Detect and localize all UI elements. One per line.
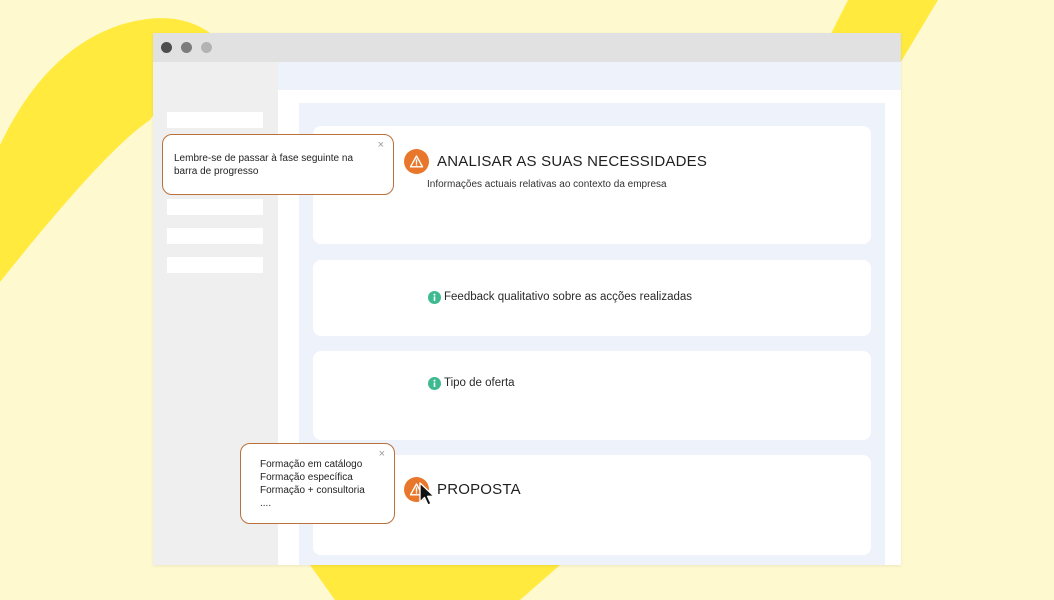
tooltip-text: Lembre-se de passar à fase seguinte na b…: [174, 153, 353, 177]
close-icon[interactable]: ×: [378, 139, 384, 152]
card-proposal[interactable]: PROPOSTA: [313, 455, 871, 555]
sidebar-item-4[interactable]: [167, 257, 263, 273]
card-feedback[interactable]: Feedback qualitativo sobre as acções rea…: [313, 260, 871, 336]
tooltip-line: Formação em catálogo: [260, 459, 363, 470]
card-label: Tipo de oferta: [444, 377, 515, 389]
card-label: Feedback qualitativo sobre as acções rea…: [444, 291, 693, 303]
info-icon: [428, 291, 441, 304]
sidebar-item-3[interactable]: [167, 228, 263, 244]
header-bar: [278, 62, 901, 90]
card-subtitle: Informações actuais relativas ao context…: [427, 179, 667, 190]
mouse-pointer-icon: [419, 482, 435, 506]
info-icon: [428, 377, 441, 390]
close-dot[interactable]: [161, 42, 172, 53]
close-icon[interactable]: ×: [379, 448, 385, 461]
tooltip-progress-reminder: × Lembre-se de passar à fase seguinte na…: [162, 134, 394, 195]
tooltip-line: Formação + consultoria: [260, 485, 365, 496]
minimize-dot[interactable]: [181, 42, 192, 53]
title-bar: [153, 33, 901, 62]
sidebar-item-2[interactable]: [167, 199, 263, 215]
warning-icon: [404, 149, 429, 174]
tooltip-list: Formação em catálogo Formação específica…: [260, 458, 365, 510]
maximize-dot[interactable]: [201, 42, 212, 53]
tooltip-line: ....: [260, 498, 272, 509]
tooltip-offer-options: × Formação em catálogo Formação específi…: [240, 443, 395, 524]
card-title: ANALISAR AS SUAS NECESSIDADES: [437, 153, 708, 170]
card-analyse-needs[interactable]: ANALISAR AS SUAS NECESSIDADES Informaçõe…: [313, 126, 871, 244]
sidebar-item-1[interactable]: [167, 112, 263, 128]
card-offer-type[interactable]: Tipo de oferta: [313, 351, 871, 440]
tooltip-line: Formação específica: [260, 472, 353, 483]
card-title: PROPOSTA: [437, 481, 521, 498]
